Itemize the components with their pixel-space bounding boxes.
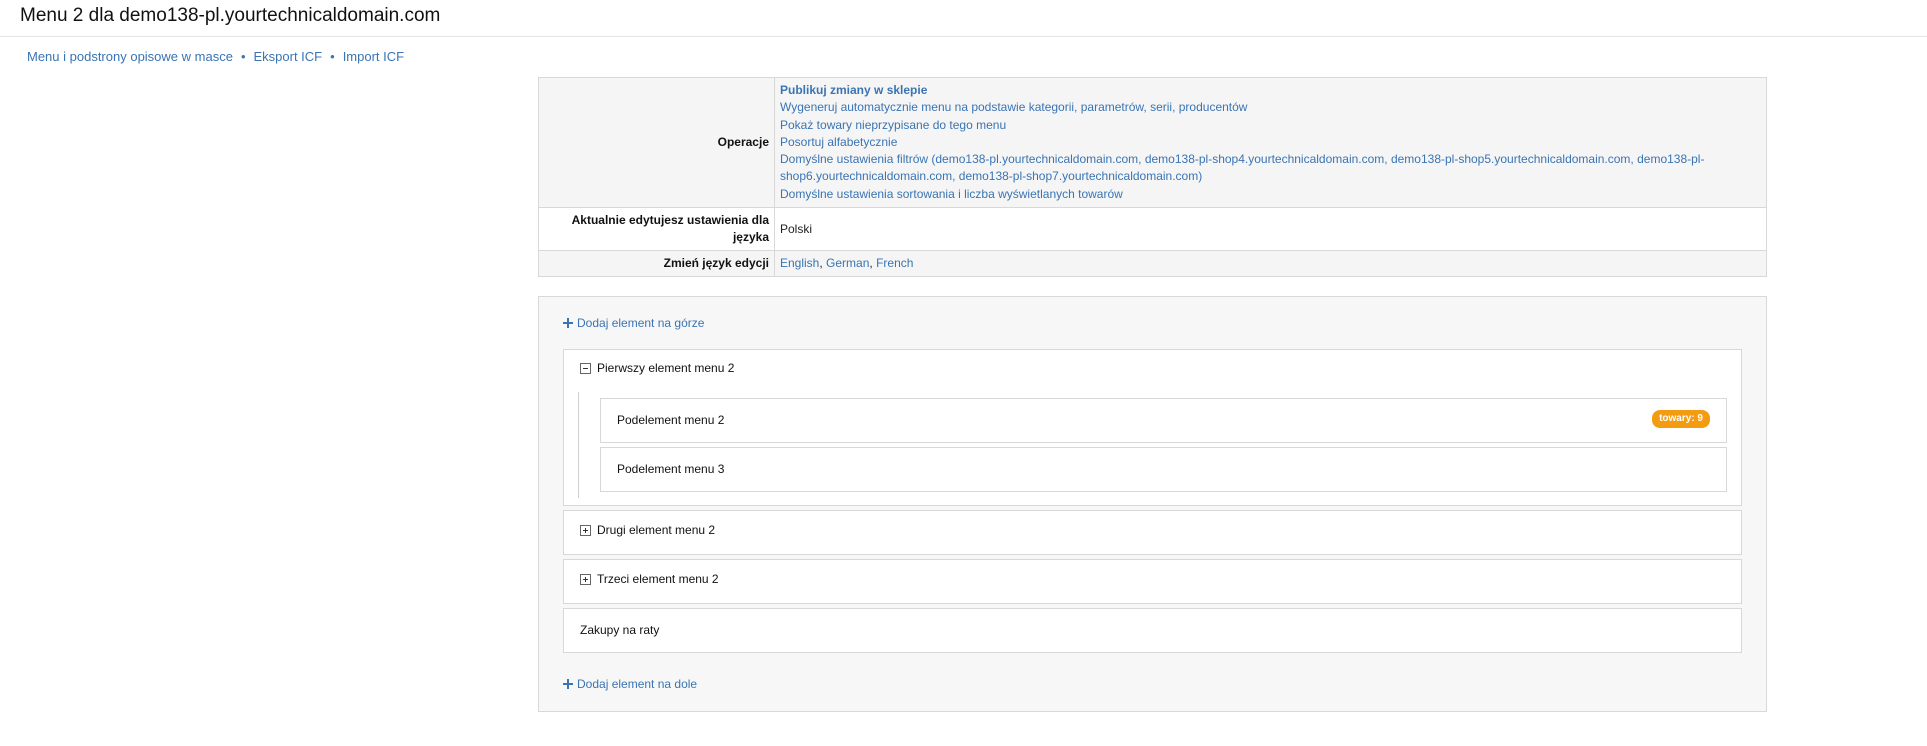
menu-editor-panel: Dodaj element na górze Pierwszy element … [538,296,1767,712]
current-language-value: Polski [774,207,1767,251]
menu-item: Drugi element menu 2 [563,510,1742,555]
submenu-item: Podelement menu 2 towary: 9 [600,398,1727,443]
current-language-row: Aktualnie edytujesz ustawienia dla język… [538,207,1767,251]
operations-row: Operacje Publikuj zmiany w sklepie Wygen… [538,77,1767,208]
sort-alphabetically-link[interactable]: Posortuj alfabetycznie [780,135,897,149]
subnav-import-icf-link[interactable]: Import ICF [343,49,404,64]
generate-menu-link[interactable]: Wygeneruj automatycznie menu na podstawi… [780,100,1247,114]
menu-item-label[interactable]: Zakupy na raty [580,623,659,637]
menu-item: Pierwszy element menu 2 Podelement menu … [563,349,1742,506]
current-language-label: Aktualnie edytujesz ustawienia dla język… [538,207,775,251]
subnav-separator: • [330,49,335,64]
menu-item-label[interactable]: Pierwszy element menu 2 [597,361,734,375]
add-element-top-button[interactable]: Dodaj element na górze [563,316,704,330]
language-german-link[interactable]: German [826,256,869,270]
change-language-row: Zmień język edycji English, German, Fren… [538,250,1767,277]
expand-toggle-icon[interactable] [580,524,591,536]
products-count-badge: towary: 9 [1652,410,1710,428]
subnav-export-icf-link[interactable]: Eksport ICF [254,49,323,64]
default-filters-link[interactable]: Domyślne ustawienia filtrów (demo138-pl.… [780,152,1704,183]
subnav-separator: • [240,49,246,64]
tree-connector-line [578,392,579,498]
menu-item-header[interactable]: Trzeci element menu 2 [580,572,719,586]
show-unassigned-link[interactable]: Pokaż towary nieprzypisane do tego menu [780,118,1006,132]
settings-table: Operacje Publikuj zmiany w sklepie Wygen… [538,77,1767,278]
submenu-item-label[interactable]: Podelement menu 3 [617,462,724,476]
menu-item-label[interactable]: Trzeci element menu 2 [597,572,719,586]
subnav-mask-link[interactable]: Menu i podstrony opisowe w masce [27,49,233,64]
page-header: Menu 2 dla demo138-pl.yourtechnicaldomai… [0,0,1927,37]
plus-icon [563,318,573,328]
language-french-link[interactable]: French [876,256,913,270]
publish-changes-link[interactable]: Publikuj zmiany w sklepie [780,83,927,97]
add-element-top-label: Dodaj element na górze [577,316,705,330]
add-element-bottom-button[interactable]: Dodaj element na dole [563,677,697,691]
change-language-label: Zmień język edycji [538,250,775,277]
subnav: Menu i podstrony opisowe w masce • Eksport… [27,49,404,64]
plus-icon [563,679,573,689]
menu-item-header[interactable]: Pierwszy element menu 2 [580,361,734,375]
language-links: English, German, French [774,250,1767,277]
menu-item-header[interactable]: Drugi element menu 2 [580,523,715,537]
operations-label: Operacje [538,77,775,208]
menu-item-label[interactable]: Drugi element menu 2 [597,523,715,537]
submenu-item: Podelement menu 3 [600,447,1727,492]
add-element-bottom-label: Dodaj element na dole [577,677,698,691]
expand-toggle-icon[interactable] [580,573,591,585]
page-title: Menu 2 dla demo138-pl.yourtechnicaldomai… [20,5,441,26]
menu-item: Trzeci element menu 2 [563,559,1742,604]
operations-links: Publikuj zmiany w sklepie Wygeneruj auto… [774,77,1767,208]
language-english-link[interactable]: English [780,256,819,270]
default-sorting-link[interactable]: Domyślne ustawienia sortowania i liczba … [780,187,1123,201]
submenu-item-label[interactable]: Podelement menu 2 [617,413,724,427]
menu-item: Zakupy na raty [563,608,1742,653]
collapse-toggle-icon[interactable] [580,362,591,374]
